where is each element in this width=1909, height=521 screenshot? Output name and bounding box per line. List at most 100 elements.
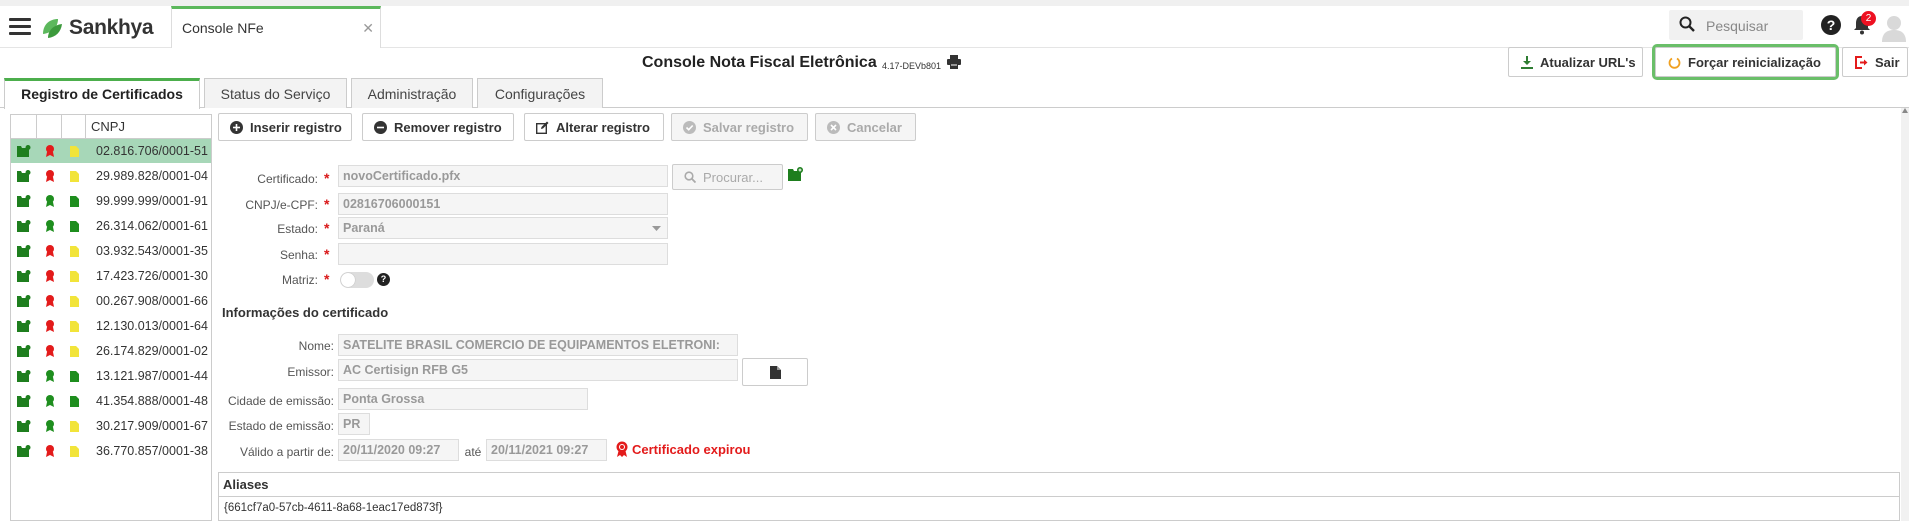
- inserir-registro-button[interactable]: Inserir registro: [218, 113, 352, 141]
- cnpj-cell: 99.999.999/0001-91: [96, 194, 208, 208]
- estado-emissao-field[interactable]: PR: [338, 413, 370, 435]
- grid-header-col-2[interactable]: [37, 115, 62, 139]
- cnpj-field[interactable]: 02816706000151: [338, 193, 668, 215]
- version-label: 4.17-DEVb801: [882, 61, 942, 71]
- tab-administracao[interactable]: Administração: [351, 78, 473, 108]
- folder-icon: [11, 214, 37, 239]
- alterar-registro-label: Alterar registro: [556, 119, 650, 135]
- plus-circle-icon: [230, 120, 243, 134]
- certificate-status-icon: [37, 389, 62, 414]
- table-row[interactable]: 26.174.829/0001-02: [11, 339, 211, 364]
- certificates-grid: CNPJ 02.816.706/0001-51 29.989.828/0001-0…: [10, 114, 212, 521]
- sair-button[interactable]: Sair: [1842, 47, 1908, 77]
- table-row[interactable]: 12.130.013/0001-64: [11, 314, 211, 339]
- tab-registro-certificados[interactable]: Registro de Certificados: [4, 78, 200, 109]
- view-document-button[interactable]: [742, 358, 808, 386]
- table-row[interactable]: 41.354.888/0001-48: [11, 389, 211, 414]
- atualizar-urls-button[interactable]: Atualizar URL's: [1508, 47, 1643, 77]
- senha-field[interactable]: [338, 243, 668, 265]
- table-row[interactable]: 13.121.987/0001-44: [11, 364, 211, 389]
- folder-icon: [11, 439, 37, 464]
- grid-body: 02.816.706/0001-51 29.989.828/0001-04 99.9…: [11, 139, 211, 464]
- table-row[interactable]: 02.816.706/0001-51: [11, 139, 211, 164]
- remover-registro-button[interactable]: Remover registro: [362, 113, 514, 141]
- certificate-status-icon: [37, 139, 62, 164]
- x-circle-icon: [827, 120, 840, 134]
- remover-registro-label: Remover registro: [394, 119, 502, 135]
- check-circle-icon: [683, 120, 696, 134]
- aliases-header: Aliases: [219, 473, 1899, 497]
- help-icon[interactable]: ?: [1821, 15, 1841, 35]
- table-row[interactable]: 26.314.062/0001-61: [11, 214, 211, 239]
- folder-icon: [11, 239, 37, 264]
- folder-icon: [11, 189, 37, 214]
- certificate-expired-label: Certificado expirou: [632, 441, 751, 457]
- grid-header-cnpj[interactable]: CNPJ: [86, 115, 211, 139]
- search-input[interactable]: Pesquisar: [1669, 10, 1803, 40]
- cnpj-cell: 13.121.987/0001-44: [96, 369, 208, 383]
- certificate-status-icon: [37, 339, 62, 364]
- required-mark: *: [324, 220, 330, 236]
- info-section-title: Informações do certificado: [222, 305, 389, 320]
- avatar[interactable]: [1882, 14, 1906, 42]
- search-icon: [684, 171, 696, 183]
- nome-field[interactable]: SATELITE BRASIL COMERCIO DE EQUIPAMENTOS…: [338, 334, 738, 356]
- cidade-emissao-field[interactable]: Ponta Grossa: [338, 388, 588, 410]
- help-icon[interactable]: ?: [377, 273, 390, 286]
- sankhya-logo[interactable]: Sankhya: [40, 15, 154, 41]
- certificate-status-icon: [37, 264, 62, 289]
- table-row[interactable]: 99.999.999/0001-91: [11, 189, 211, 214]
- edit-icon: [536, 121, 549, 134]
- document-icon: [62, 214, 86, 239]
- print-icon[interactable]: [947, 55, 961, 69]
- cnpj-cell: 29.989.828/0001-04: [96, 169, 208, 183]
- table-row[interactable]: 00.267.908/0001-66: [11, 289, 211, 314]
- hamburger-menu-icon[interactable]: [9, 18, 31, 36]
- cnpj-cell: 36.770.857/0001-38: [96, 444, 208, 458]
- grid-header-col-1[interactable]: [11, 115, 37, 139]
- table-row[interactable]: 03.932.543/0001-35: [11, 239, 211, 264]
- top-bar: Sankhya Console NFe ✕ Pesquisar ? 2: [0, 0, 1909, 48]
- cnpj-cell: 41.354.888/0001-48: [96, 394, 208, 408]
- scrollbar[interactable]: [1901, 108, 1909, 521]
- tab-status-servico[interactable]: Status do Serviço: [204, 78, 347, 108]
- certificate-status-icon: [37, 439, 62, 464]
- table-row[interactable]: 29.989.828/0001-04: [11, 164, 211, 189]
- certificado-field[interactable]: novoCertificado.pfx: [338, 165, 668, 187]
- alterar-registro-button[interactable]: Alterar registro: [524, 113, 664, 141]
- close-icon[interactable]: ✕: [362, 20, 374, 37]
- scroll-up-icon[interactable]: [1902, 108, 1908, 113]
- cnpj-cell: 26.174.829/0001-02: [96, 344, 208, 358]
- emissor-field[interactable]: AC Certisign RFB G5: [338, 359, 738, 381]
- cancelar-button[interactable]: Cancelar: [815, 113, 916, 141]
- table-row[interactable]: 36.770.857/0001-38: [11, 439, 211, 464]
- valido-de-field[interactable]: 20/11/2020 09:27: [338, 439, 459, 461]
- required-mark: *: [324, 271, 330, 287]
- matriz-toggle[interactable]: [340, 272, 374, 288]
- valido-ate-field[interactable]: 20/11/2021 09:27: [486, 439, 607, 461]
- notification-badge: 2: [1861, 11, 1876, 26]
- procurar-button[interactable]: Procurar...: [672, 164, 783, 190]
- salvar-registro-button[interactable]: Salvar registro: [671, 113, 808, 141]
- table-row[interactable]: 17.423.726/0001-30: [11, 264, 211, 289]
- cnpj-cell: 03.932.543/0001-35: [96, 244, 208, 258]
- app-tab-label: Console NFe: [182, 20, 264, 36]
- salvar-registro-label: Salvar registro: [703, 119, 795, 135]
- certificate-status-icon: [37, 314, 62, 339]
- folder-icon: [11, 264, 37, 289]
- tab-configuracoes[interactable]: Configurações: [477, 78, 603, 108]
- folder-add-icon[interactable]: [788, 167, 803, 181]
- file-icon: [769, 365, 781, 379]
- forcar-reinicializacao-button[interactable]: Forçar reinicialização: [1652, 44, 1839, 80]
- estado-select[interactable]: Paraná: [338, 217, 668, 239]
- certificate-expired-status: Certificado expirou: [615, 441, 750, 457]
- alias-value[interactable]: {661cf7a0-57cb-4611-8a68-1eac17ed873f}: [219, 497, 1899, 519]
- tab-console-nfe[interactable]: Console NFe ✕: [171, 6, 381, 48]
- grid-header-col-3[interactable]: [62, 115, 86, 139]
- chevron-down-icon[interactable]: [652, 226, 661, 231]
- folder-icon: [11, 414, 37, 439]
- estado-emissao-label: Estado de emissão:: [228, 419, 334, 433]
- table-row[interactable]: 30.217.909/0001-67: [11, 414, 211, 439]
- required-mark: *: [324, 246, 330, 262]
- certificate-status-icon: [37, 364, 62, 389]
